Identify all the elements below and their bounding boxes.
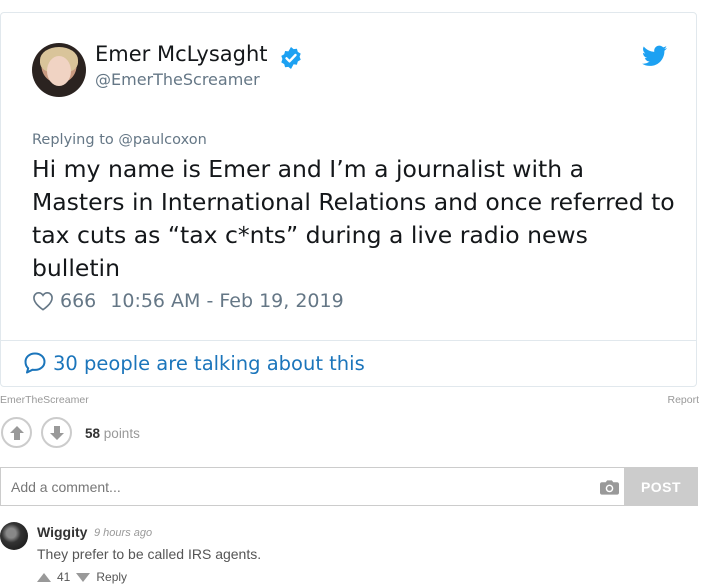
speech-bubble-icon: [24, 352, 46, 374]
tweet-timestamp[interactable]: 10:56 AM - Feb 19, 2019: [110, 290, 343, 312]
tweet-text: Hi my name is Emer and I’m a journalist …: [32, 155, 675, 282]
author-avatar[interactable]: [32, 43, 86, 97]
replying-to-line: Replying to @paulcoxon: [32, 132, 207, 148]
tweet-embed-card: Emer McLysaght @EmerTheScreamer Replying…: [0, 12, 697, 387]
report-link[interactable]: Report: [667, 394, 699, 406]
verified-badge-icon: [281, 47, 301, 69]
comment-text: They prefer to be called IRS agents.: [37, 546, 262, 562]
embed-source-label[interactable]: EmerTheScreamer: [0, 394, 89, 406]
comment-field[interactable]: Add a comment...: [0, 467, 624, 506]
like-count[interactable]: 666: [60, 290, 96, 312]
comment-timestamp: 9 hours ago: [94, 527, 153, 539]
conversation-label: 30 people are talking about this: [53, 351, 365, 375]
avatar-face: [47, 56, 71, 86]
card-divider: [1, 340, 696, 341]
comment-reply-link[interactable]: Reply: [96, 570, 127, 584]
post-button[interactable]: POST: [624, 467, 698, 506]
author-handle[interactable]: @EmerTheScreamer: [95, 70, 260, 89]
arrow-down-icon: [49, 425, 64, 440]
downvote-button[interactable]: [41, 417, 72, 448]
arrow-up-icon: [9, 425, 24, 440]
points-display: 58 points: [85, 426, 140, 441]
comment-placeholder: Add a comment...: [11, 479, 121, 495]
replying-to-mention[interactable]: @paulcoxon: [118, 132, 206, 148]
camera-icon[interactable]: [600, 479, 619, 495]
heart-icon[interactable]: [32, 291, 54, 311]
twitter-bird-icon[interactable]: [642, 45, 667, 67]
commenter-avatar[interactable]: [0, 522, 28, 550]
replying-label: Replying to: [32, 132, 114, 148]
comment-actions: 41 Reply: [37, 570, 127, 584]
points-label: points: [103, 426, 140, 441]
conversation-link[interactable]: 30 people are talking about this: [23, 351, 365, 375]
comment-upvote-icon[interactable]: [37, 572, 51, 582]
comment-vote-count: 41: [57, 570, 71, 584]
comment-downvote-icon[interactable]: [76, 572, 91, 582]
upvote-button[interactable]: [1, 417, 32, 448]
tweet-meta: 666 10:56 AM - Feb 19, 2019: [32, 288, 344, 314]
points-count: 58: [85, 426, 101, 441]
comment-username[interactable]: Wiggity: [37, 524, 87, 540]
author-display-name[interactable]: Emer McLysaght: [95, 42, 268, 66]
